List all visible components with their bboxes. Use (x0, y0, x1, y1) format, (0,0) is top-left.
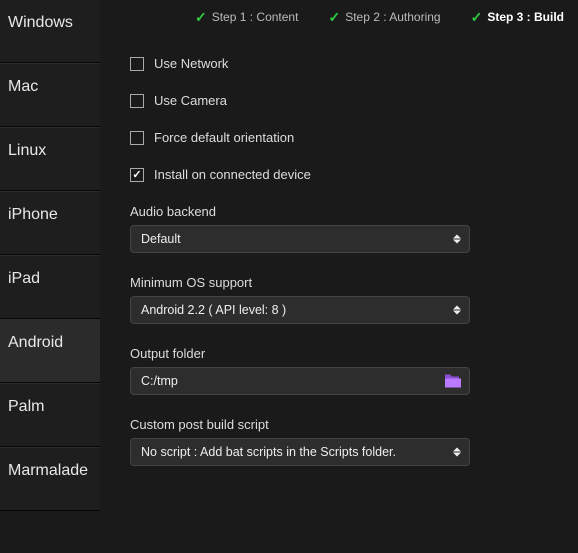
min-os-label: Minimum OS support (130, 275, 548, 290)
select-value: Default (141, 232, 181, 246)
install-device-row[interactable]: Install on connected device (130, 167, 548, 182)
input-value: C:/tmp (141, 374, 178, 388)
chevron-updown-icon (451, 235, 463, 244)
step-label: Step 1 : Content (212, 10, 299, 24)
select-value: No script : Add bat scripts in the Scrip… (141, 445, 396, 459)
check-icon: ✓ (195, 10, 207, 24)
step-label: Step 3 : Build (487, 10, 564, 24)
force-orientation-row[interactable]: Force default orientation (130, 130, 548, 145)
step-content[interactable]: ✓ Step 1 : Content (195, 10, 298, 24)
checkbox-label: Use Network (154, 56, 228, 71)
build-options: Use Network Use Camera Force default ori… (100, 28, 578, 553)
use-camera-row[interactable]: Use Camera (130, 93, 548, 108)
sidebar-item-palm[interactable]: Palm (0, 383, 100, 447)
step-build[interactable]: ✓ Step 3 : Build (471, 10, 564, 24)
check-icon: ✓ (471, 10, 483, 24)
main-panel: ✓ Step 1 : Content ✓ Step 2 : Authoring … (100, 0, 578, 553)
audio-backend-select[interactable]: Default (130, 225, 470, 253)
chevron-updown-icon (451, 448, 463, 457)
checkbox[interactable] (130, 131, 144, 145)
checkbox-label: Install on connected device (154, 167, 311, 182)
chevron-updown-icon (451, 306, 463, 315)
sidebar-item-marmalade[interactable]: Marmalade (0, 447, 100, 511)
min-os-select[interactable]: Android 2.2 ( API level: 8 ) (130, 296, 470, 324)
sidebar-item-windows[interactable]: Windows (0, 0, 100, 63)
checkbox[interactable] (130, 94, 144, 108)
checkbox-label: Use Camera (154, 93, 227, 108)
post-build-label: Custom post build script (130, 417, 548, 432)
sidebar-item-iphone[interactable]: iPhone (0, 191, 100, 255)
post-build-select[interactable]: No script : Add bat scripts in the Scrip… (130, 438, 470, 466)
sidebar-item-linux[interactable]: Linux (0, 127, 100, 191)
select-value: Android 2.2 ( API level: 8 ) (141, 303, 286, 317)
use-network-row[interactable]: Use Network (130, 56, 548, 71)
sidebar-item-android[interactable]: Android (0, 319, 100, 383)
output-folder-input[interactable]: C:/tmp (130, 367, 470, 395)
audio-backend-label: Audio backend (130, 204, 548, 219)
checkbox[interactable] (130, 57, 144, 71)
step-authoring[interactable]: ✓ Step 2 : Authoring (328, 10, 440, 24)
platform-sidebar: Windows Mac Linux iPhone iPad Android Pa… (0, 0, 100, 553)
checkbox[interactable] (130, 168, 144, 182)
step-label: Step 2 : Authoring (345, 10, 440, 24)
checkbox-label: Force default orientation (154, 130, 294, 145)
wizard-steps: ✓ Step 1 : Content ✓ Step 2 : Authoring … (100, 0, 578, 28)
output-folder-label: Output folder (130, 346, 548, 361)
sidebar-item-ipad[interactable]: iPad (0, 255, 100, 319)
folder-icon[interactable] (445, 375, 461, 388)
sidebar-item-mac[interactable]: Mac (0, 63, 100, 127)
check-icon: ✓ (328, 10, 340, 24)
